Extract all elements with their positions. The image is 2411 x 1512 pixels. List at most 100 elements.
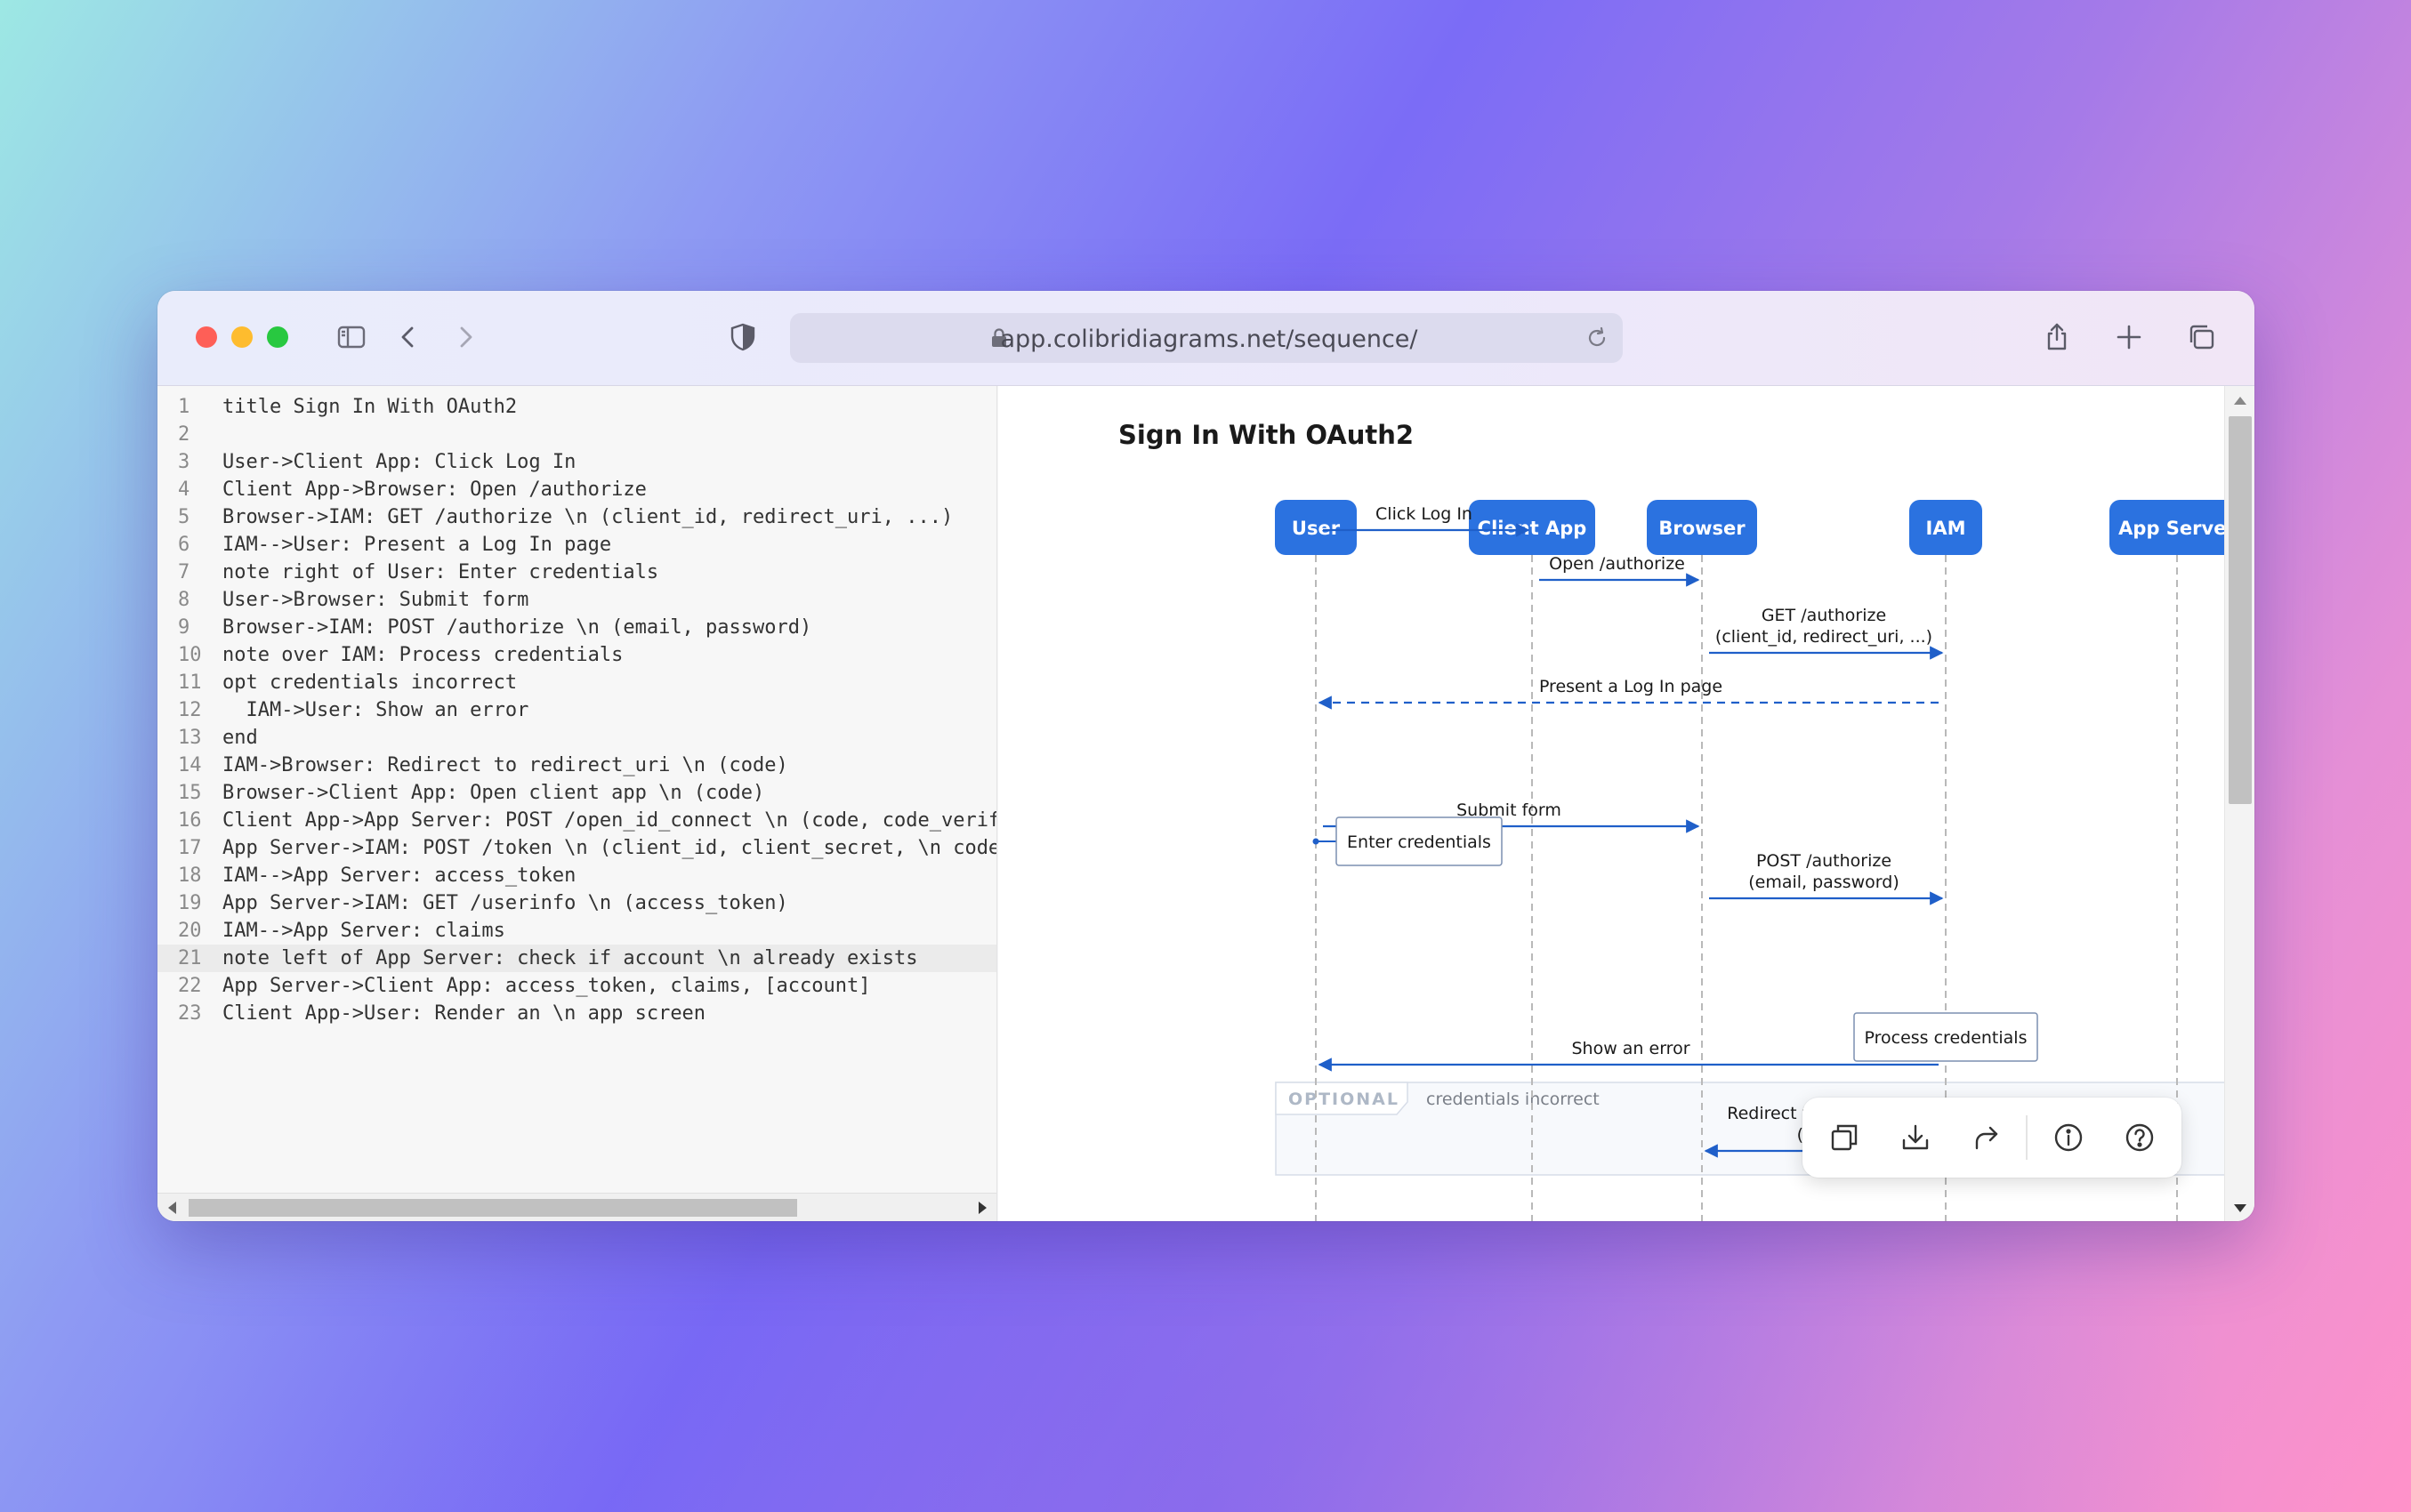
code-line[interactable]: 6 IAM-->User: Present a Log In page <box>157 531 996 559</box>
code-line[interactable]: 21 note left of App Server: check if acco… <box>157 945 996 972</box>
actor-box[interactable]: App Server <box>2109 500 2224 555</box>
code-text: Browser->Client App: Open client app \n … <box>222 782 765 804</box>
code-text: App Server->IAM: GET /userinfo \n (acces… <box>222 892 788 914</box>
message-label: Click Log In <box>1375 504 1472 524</box>
sidebar-icon[interactable] <box>332 318 371 357</box>
scroll-right-arrow[interactable] <box>979 1202 987 1214</box>
code-line[interactable]: 22 App Server->Client App: access_token, … <box>157 972 996 1000</box>
code-line[interactable]: 17 App Server->IAM: POST /token \n (clien… <box>157 834 997 862</box>
code-line[interactable]: 12 IAM->User: Show an error <box>157 696 996 724</box>
diagram-actions-toolbar <box>1802 1098 2181 1178</box>
code-line[interactable]: 2 <box>157 421 996 448</box>
vertical-scrollbar[interactable] <box>2224 386 2254 1221</box>
code-line[interactable]: 8 User->Browser: Submit form <box>157 586 996 614</box>
copy-icon[interactable] <box>1824 1117 1865 1158</box>
scroll-thumb[interactable] <box>189 1199 797 1217</box>
note-text: Process credentials <box>1865 1028 2028 1048</box>
code-line[interactable]: 3 User->Client App: Click Log In <box>157 448 996 476</box>
download-icon[interactable] <box>1895 1117 1936 1158</box>
code-text: title Sign In With OAuth2 <box>222 396 518 418</box>
sequence-diagram: OPTIONAL credentials incorrect User Client … <box>1275 500 2224 1221</box>
code-line[interactable]: 23 Client App->User: Render an \n app scr… <box>157 1000 996 1027</box>
share-arrow-icon[interactable] <box>1966 1117 2007 1158</box>
actor-box[interactable]: Browser <box>1647 500 1757 555</box>
actor-box[interactable]: IAM <box>1909 500 1982 555</box>
line-number: 22 <box>178 975 202 997</box>
url-text: app.colibridiagrams.net/sequence/ <box>1000 326 1418 353</box>
code-text: User->Client App: Click Log In <box>222 451 577 473</box>
code-line[interactable]: 18 IAM-->App Server: access_token <box>157 862 996 889</box>
code-text: IAM-->App Server: claims <box>222 920 505 942</box>
note-text: Enter credentials <box>1347 832 1491 852</box>
code-text: end <box>222 727 258 749</box>
code-text: User->Browser: Submit form <box>222 589 529 611</box>
toolbar-separator <box>2026 1115 2028 1160</box>
browser-window: app.colibridiagrams.net/sequence/ 2 3 Clie… <box>157 291 2254 1221</box>
code-text: IAM-->App Server: access_token <box>222 865 577 887</box>
actor-label: Browser <box>1658 518 1746 539</box>
shield-icon[interactable] <box>723 318 762 357</box>
line-number: 6 <box>178 534 190 556</box>
back-icon[interactable] <box>389 318 428 357</box>
scroll-left-arrow[interactable] <box>168 1202 176 1214</box>
actor-box[interactable]: Client App <box>1469 500 1595 555</box>
line-number: 19 <box>178 892 202 914</box>
actor-label: App Server <box>2118 518 2224 539</box>
reload-icon[interactable] <box>1584 325 1610 351</box>
code-line[interactable]: 13 end <box>157 724 996 752</box>
code-line[interactable]: 14 IAM->Browser: Redirect to redirect_uri… <box>157 752 996 779</box>
line-number: 5 <box>178 506 190 528</box>
line-number: 9 <box>178 616 190 639</box>
message-label: (client_id, redirect_uri, ...) <box>1715 627 1932 647</box>
code-line[interactable]: 11 opt credentials incorrect <box>157 669 996 696</box>
message-label: Open /authorize <box>1549 554 1685 574</box>
close-window-button[interactable] <box>196 326 217 348</box>
new-tab-icon[interactable] <box>2109 318 2149 357</box>
minimize-window-button[interactable] <box>231 326 253 348</box>
line-number: 1 <box>178 396 190 418</box>
code-text: note left of App Server: check if accoun… <box>222 947 918 969</box>
line-number: 10 <box>178 644 202 666</box>
horizontal-scrollbar[interactable] <box>157 1193 996 1221</box>
message-label: (email, password) <box>1748 873 1899 892</box>
line-number: 20 <box>178 920 202 942</box>
code-text: App Server->Client App: access_token, cl… <box>222 975 871 997</box>
code-line[interactable]: 15 Browser->Client App: Open client app \… <box>157 779 996 807</box>
scroll-thumb[interactable] <box>2229 416 2252 804</box>
scroll-up-arrow[interactable] <box>2234 397 2246 405</box>
maximize-window-button[interactable] <box>267 326 288 348</box>
share-icon[interactable] <box>2037 318 2076 357</box>
tabs-overview-icon[interactable] <box>2181 318 2221 357</box>
line-number: 2 <box>178 423 190 446</box>
help-icon[interactable] <box>2119 1117 2160 1158</box>
line-number: 14 <box>178 754 202 776</box>
code-text: Client App->User: Render an \n app scree… <box>222 1002 706 1025</box>
message-label: GET /authorize <box>1762 606 1886 625</box>
scroll-down-arrow[interactable] <box>2234 1204 2246 1212</box>
note-anchor <box>1312 838 1319 845</box>
forward-icon[interactable] <box>446 318 485 357</box>
code-line[interactable]: 10 note over IAM: Process credentials <box>157 641 996 669</box>
code-text: IAM->User: Show an error <box>222 699 529 721</box>
actor-box[interactable]: User <box>1275 500 1357 555</box>
info-icon[interactable] <box>2048 1117 2089 1158</box>
line-number: 13 <box>178 727 202 749</box>
code-editor[interactable]: 2 3 Client App->User: Render an \n app scr… <box>157 386 997 1221</box>
code-line[interactable]: 7 note right of User: Enter credentials <box>157 559 996 586</box>
line-number: 3 <box>178 451 190 473</box>
code-line[interactable]: 1 title Sign In With OAuth2 <box>157 393 996 421</box>
message-label: Show an error <box>1571 1039 1689 1058</box>
code-line[interactable]: 4 Client App->Browser: Open /authorize <box>157 476 996 503</box>
code-text: Browser->IAM: GET /authorize \n (client_… <box>222 506 954 528</box>
code-line[interactable]: 19 App Server->IAM: GET /userinfo \n (acc… <box>157 889 996 917</box>
message-label: Present a Log In page <box>1539 677 1722 696</box>
code-text: opt credentials incorrect <box>222 672 518 694</box>
code-line[interactable]: 20 IAM-->App Server: claims <box>157 917 996 945</box>
code-text: App Server->IAM: POST /token \n (client_… <box>222 837 997 859</box>
code-line[interactable]: 5 Browser->IAM: GET /authorize \n (client… <box>157 503 996 531</box>
line-number: 12 <box>178 699 202 721</box>
code-line[interactable]: 9 Browser->IAM: POST /authorize \n (email… <box>157 614 996 641</box>
code-line[interactable]: 16 Client App->App Server: POST /open_id_… <box>157 807 996 834</box>
address-bar[interactable]: app.colibridiagrams.net/sequence/ <box>790 313 1623 363</box>
code-text: Browser->IAM: POST /authorize \n (email,… <box>222 616 812 639</box>
